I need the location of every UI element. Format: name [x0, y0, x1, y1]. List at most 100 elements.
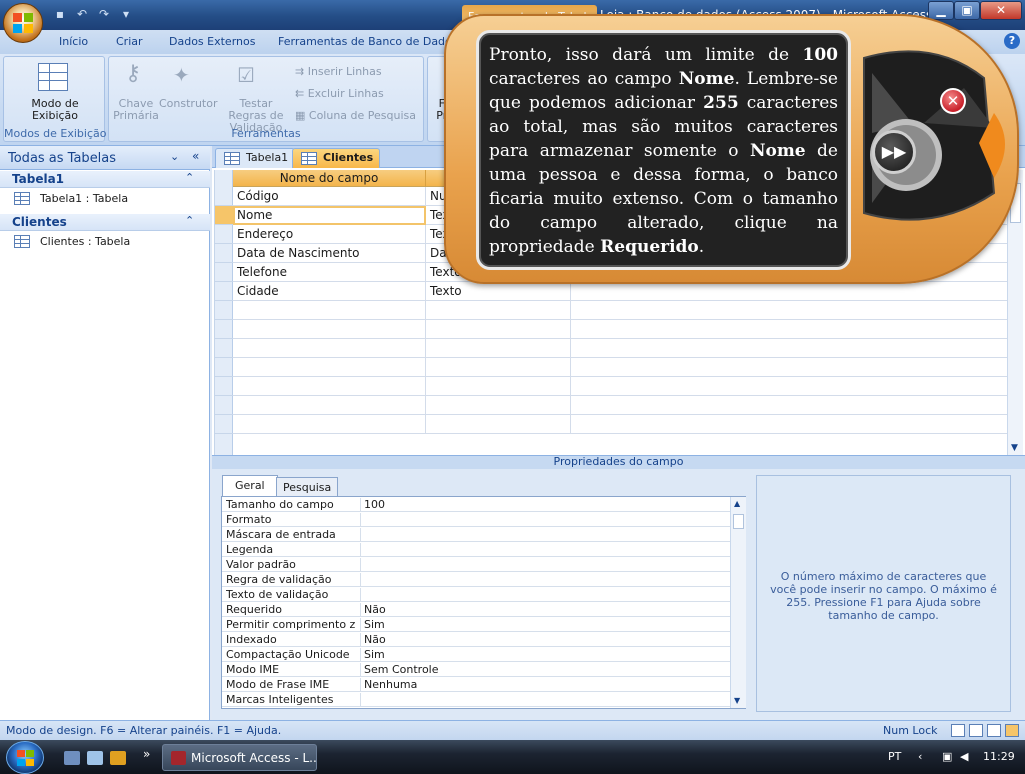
property-row[interactable]: Indexado Não: [222, 632, 730, 647]
scroll-up-icon[interactable]: ▲: [734, 499, 740, 508]
scroll-down-icon[interactable]: ▼: [1011, 443, 1018, 453]
table-row[interactable]: [233, 301, 1007, 320]
row-selector[interactable]: [215, 396, 233, 415]
property-value[interactable]: [360, 513, 364, 527]
start-button[interactable]: [6, 741, 44, 774]
table-row[interactable]: [233, 396, 1007, 415]
builder-button[interactable]: Construtor: [159, 98, 218, 110]
property-value[interactable]: 100: [360, 498, 385, 512]
tab-pesquisa[interactable]: Pesquisa: [276, 477, 339, 496]
description-cell[interactable]: [571, 396, 1007, 415]
nav-item-clientes[interactable]: Clientes : Tabela: [14, 235, 130, 248]
row-selector[interactable]: [215, 377, 233, 396]
property-value[interactable]: [360, 558, 364, 572]
table-row[interactable]: [233, 415, 1007, 434]
switch-windows-icon[interactable]: [87, 751, 103, 765]
field-name-cell[interactable]: [233, 415, 426, 434]
row-selector[interactable]: [215, 263, 233, 282]
property-value[interactable]: [360, 573, 364, 587]
field-name-cell[interactable]: [233, 320, 426, 339]
data-type-cell[interactable]: [426, 415, 571, 434]
property-row[interactable]: Tamanho do campo 100: [222, 497, 730, 512]
field-name-cell[interactable]: Nome: [233, 206, 426, 225]
data-type-cell[interactable]: [426, 320, 571, 339]
doc-tab-clientes[interactable]: Clientes: [292, 148, 381, 168]
row-selector[interactable]: [215, 415, 233, 434]
property-value[interactable]: Não: [360, 633, 386, 647]
row-selector[interactable]: [215, 206, 233, 225]
property-row[interactable]: Modo de Frase IME Nenhuma: [222, 677, 730, 692]
field-name-cell[interactable]: Data de Nascimento: [233, 244, 426, 263]
collapse-group-icon[interactable]: ⌃: [185, 171, 194, 184]
collapse-pane-icon[interactable]: «: [192, 149, 199, 163]
data-type-cell[interactable]: [426, 377, 571, 396]
property-value[interactable]: [360, 528, 364, 542]
tab-criar[interactable]: Criar: [116, 35, 143, 48]
description-cell[interactable]: [571, 415, 1007, 434]
redo-icon[interactable]: ↷: [96, 6, 112, 22]
tutorial-close-button[interactable]: ✕: [940, 88, 966, 114]
property-value[interactable]: Nenhuma: [360, 678, 417, 692]
row-selector[interactable]: [215, 339, 233, 358]
scroll-down-icon[interactable]: ▼: [734, 696, 740, 705]
field-name-cell[interactable]: Endereço: [233, 225, 426, 244]
insert-rows-button[interactable]: ⇉ Inserir Linhas: [295, 65, 382, 78]
show-hidden-icons-icon[interactable]: ‹: [918, 750, 922, 763]
description-cell[interactable]: [571, 301, 1007, 320]
pivot-table-view-icon[interactable]: [969, 724, 983, 737]
description-cell[interactable]: [571, 358, 1007, 377]
row-selector[interactable]: [215, 320, 233, 339]
more-quicklaunch-icon[interactable]: »: [143, 747, 150, 761]
data-type-cell[interactable]: [426, 301, 571, 320]
property-row[interactable]: Legenda: [222, 542, 730, 557]
view-button[interactable]: Modo de Exibição: [14, 98, 96, 122]
tab-inicio[interactable]: Início: [59, 35, 88, 48]
clock[interactable]: 11:29: [983, 750, 1015, 763]
customize-qat-icon[interactable]: ▾: [118, 6, 134, 22]
design-view-icon[interactable]: [1005, 724, 1019, 737]
property-value[interactable]: [360, 693, 364, 707]
nav-group-clientes[interactable]: Clientes ⌃: [0, 214, 210, 231]
tab-ferramentas-bd[interactable]: Ferramentas de Banco de Dados: [278, 35, 458, 48]
property-row[interactable]: Valor padrão: [222, 557, 730, 572]
table-row[interactable]: [233, 358, 1007, 377]
pivot-chart-view-icon[interactable]: [987, 724, 1001, 737]
lookup-column-button[interactable]: ▦ Coluna de Pesquisa: [295, 109, 416, 122]
properties-scroll-thumb[interactable]: [733, 514, 744, 529]
tab-dados-externos[interactable]: Dados Externos: [169, 35, 255, 48]
description-cell[interactable]: [571, 320, 1007, 339]
field-name-cell[interactable]: [233, 358, 426, 377]
row-selector[interactable]: [215, 358, 233, 377]
property-row[interactable]: Compactação Unicode Sim: [222, 647, 730, 662]
undo-icon[interactable]: ↶: [74, 6, 90, 22]
row-selector[interactable]: [215, 244, 233, 263]
field-name-cell[interactable]: Cidade: [233, 282, 426, 301]
language-indicator[interactable]: PT: [888, 750, 901, 763]
property-value[interactable]: Sim: [360, 648, 385, 662]
field-name-cell[interactable]: [233, 396, 426, 415]
save-icon[interactable]: ▪: [52, 6, 68, 22]
data-type-cell[interactable]: [426, 358, 571, 377]
nav-item-tabela1[interactable]: Tabela1 : Tabela: [14, 192, 128, 205]
table-row[interactable]: [233, 377, 1007, 396]
nav-group-tabela1[interactable]: Tabela1 ⌃: [0, 171, 210, 188]
property-row[interactable]: Requerido Não: [222, 602, 730, 617]
data-type-cell[interactable]: [426, 339, 571, 358]
row-selector[interactable]: [215, 187, 233, 206]
properties-scrollbar[interactable]: ▲ ▼: [730, 497, 746, 708]
field-name-cell[interactable]: Código: [233, 187, 426, 206]
volume-icon[interactable]: ◀: [960, 750, 968, 763]
primary-key-button[interactable]: Chave Primária: [113, 98, 159, 122]
taskbar-access-button[interactable]: Microsoft Access - L...: [162, 744, 317, 771]
property-value[interactable]: [360, 588, 364, 602]
tutorial-next-button[interactable]: ▶▶: [872, 130, 916, 174]
property-row[interactable]: Texto de validação: [222, 587, 730, 602]
table-row[interactable]: [233, 320, 1007, 339]
data-type-cell[interactable]: [426, 396, 571, 415]
delete-rows-button[interactable]: ⇇ Excluir Linhas: [295, 87, 384, 100]
tab-geral[interactable]: Geral: [222, 475, 278, 496]
datasheet-view-icon[interactable]: [951, 724, 965, 737]
doc-tab-tabela1[interactable]: Tabela1: [215, 148, 296, 168]
nav-header[interactable]: Todas as Tabelas ⌄ «: [0, 146, 210, 170]
field-name-cell[interactable]: [233, 377, 426, 396]
